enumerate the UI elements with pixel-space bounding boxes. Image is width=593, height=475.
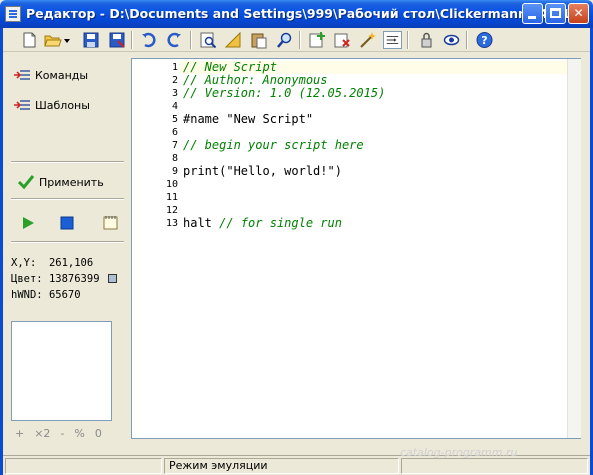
- divider: [11, 241, 124, 243]
- line-number: 9: [171, 166, 178, 177]
- code-line[interactable]: // begin your script here: [183, 139, 364, 152]
- list-icon: [14, 100, 30, 110]
- code-text: // New Script: [183, 60, 277, 74]
- toolbar-separator: [466, 31, 468, 49]
- code-text: halt: [183, 216, 212, 230]
- coords-readout: X,Y: 261,106: [11, 255, 93, 271]
- divider: [11, 161, 124, 163]
- sidebar-item-label: Команды: [35, 68, 89, 82]
- zoom-in-button[interactable]: +: [15, 427, 24, 440]
- color-swatch: [107, 274, 117, 283]
- code-line[interactable]: #name "New Script": [183, 113, 313, 126]
- undo-icon[interactable]: [139, 31, 158, 49]
- status-cell-right: [401, 458, 588, 474]
- play-icon[interactable]: [21, 216, 35, 230]
- title-bar: Редактор - D:\Documents and Settings\999…: [0, 0, 593, 28]
- lock-icon[interactable]: [417, 31, 436, 49]
- checkmark-icon: [17, 175, 35, 190]
- code-line[interactable]: halt // for single run: [183, 217, 342, 230]
- line-number: 1: [171, 62, 178, 73]
- line-number: 3: [171, 88, 178, 99]
- line-number: 11: [165, 192, 178, 203]
- line-number: 12: [165, 205, 178, 216]
- apply-label: Применить: [39, 175, 104, 189]
- line-number: 7: [171, 140, 178, 151]
- eye-icon[interactable]: [442, 31, 461, 49]
- sidebar-item-templates[interactable]: Шаблоны: [13, 96, 90, 114]
- save-as-icon[interactable]: [107, 31, 126, 49]
- toolbar-separator: [190, 31, 192, 49]
- ruler-icon[interactable]: [224, 31, 243, 49]
- line-number: 2: [171, 75, 178, 86]
- app-icon: [5, 6, 21, 22]
- list-icon: [14, 70, 30, 80]
- dropdown-arrow-icon[interactable]: [63, 31, 71, 49]
- code-text: // Version: 1.0 (12.05.2015): [183, 86, 386, 100]
- apply-button[interactable]: Применить: [17, 173, 104, 191]
- screen-preview: [11, 321, 112, 421]
- minimize-button[interactable]: [522, 3, 543, 24]
- code-line[interactable]: // Version: 1.0 (12.05.2015): [183, 87, 385, 100]
- zoom-out-button[interactable]: -: [60, 427, 64, 440]
- status-mode: Режим эмуляции: [164, 458, 399, 474]
- color-readout: Цвет: 13876399: [11, 271, 117, 287]
- code-editor[interactable]: 1 // New Script 2 // Author: Anonymous 3 // V…: [131, 58, 581, 439]
- new-file-icon[interactable]: [20, 31, 39, 49]
- notepad-icon[interactable]: [103, 215, 118, 230]
- line-number: 4: [171, 101, 178, 112]
- code-text: // begin your script here: [183, 138, 364, 152]
- paste-icon[interactable]: [249, 31, 268, 49]
- add-icon[interactable]: [307, 31, 326, 49]
- zoom-reset-button[interactable]: 0: [95, 427, 102, 440]
- hwnd-label: hWND:: [11, 289, 43, 301]
- zoom-controls: + ×2 - % 0: [15, 427, 102, 440]
- find-icon[interactable]: [199, 31, 218, 49]
- stop-icon[interactable]: [60, 216, 74, 230]
- toolbar-separator: [131, 31, 133, 49]
- help-icon[interactable]: ?: [475, 31, 494, 49]
- xy-value: 261,106: [48, 257, 94, 269]
- code-line[interactable]: print("Hello, world!"): [183, 165, 342, 178]
- close-button[interactable]: ✕: [568, 3, 589, 24]
- toolbar-separator: [407, 31, 409, 49]
- open-folder-icon[interactable]: [43, 31, 62, 49]
- window-title: Редактор - D:\Documents and Settings\999…: [26, 6, 575, 21]
- line-number: 5: [171, 114, 178, 125]
- line-number: 6: [171, 127, 178, 138]
- line-number: 13: [165, 218, 178, 229]
- vertical-scrollbar[interactable]: [567, 59, 581, 438]
- line-number: 10: [165, 179, 178, 190]
- status-cell-empty: [5, 458, 162, 474]
- watermark: catalog-programm.ru: [400, 446, 518, 459]
- line-number: 8: [171, 153, 178, 164]
- maximize-button[interactable]: [545, 3, 566, 24]
- sidebar-item-label: Шаблоны: [35, 98, 90, 112]
- divider: [11, 198, 124, 200]
- save-icon[interactable]: [81, 31, 100, 49]
- code-text: print("Hello, world!"): [183, 164, 342, 178]
- zoom-percent-button[interactable]: %: [74, 427, 84, 440]
- toolbar-separator: [299, 31, 301, 49]
- code-text: #name "New Script": [183, 112, 314, 126]
- color-label: Цвет:: [11, 273, 43, 285]
- search-icon[interactable]: [275, 31, 294, 49]
- left-panel: Команды Шаблоны Применить X,Y: 261,106 Ц…: [3, 53, 128, 453]
- sidebar-item-commands[interactable]: Команды: [13, 66, 88, 84]
- redo-icon[interactable]: [165, 31, 184, 49]
- color-value: 13876399: [48, 273, 100, 285]
- toolbar: ?: [3, 28, 590, 52]
- hwnd-value: 65670: [48, 289, 81, 301]
- xy-label: X,Y:: [11, 257, 37, 269]
- svg-text:?: ?: [481, 34, 487, 47]
- delete-icon[interactable]: [332, 31, 351, 49]
- magic-wand-icon[interactable]: [358, 31, 377, 49]
- code-text: // Author: Anonymous: [183, 73, 328, 87]
- insert-icon[interactable]: [383, 31, 402, 49]
- hwnd-readout: hWND: 65670: [11, 287, 81, 303]
- code-comment: // for single run: [219, 216, 342, 230]
- zoom-x2-button[interactable]: ×2: [34, 427, 50, 440]
